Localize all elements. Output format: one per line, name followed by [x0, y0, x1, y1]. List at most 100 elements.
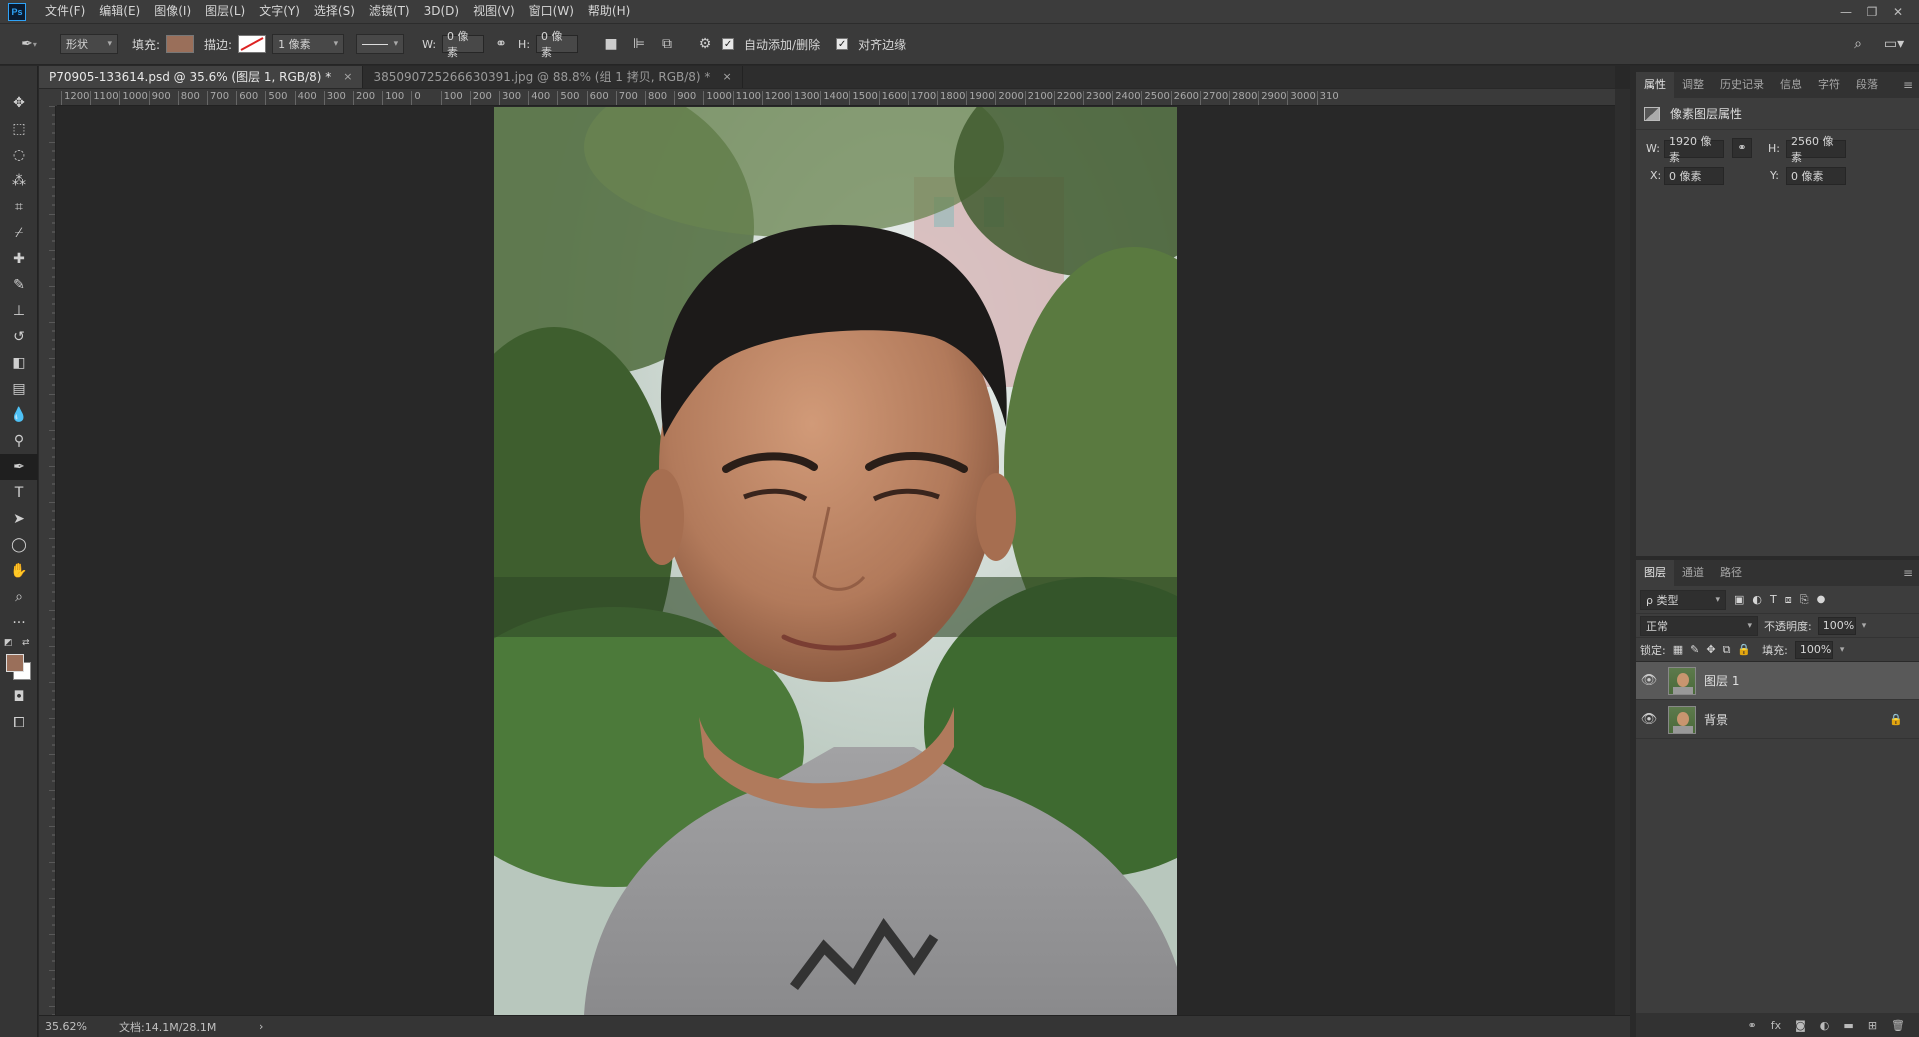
blend-mode-select[interactable]: 正常 ▾	[1640, 615, 1758, 636]
lock-position-icon[interactable]: ✥	[1706, 643, 1715, 656]
layer-name[interactable]: 背景	[1704, 711, 1728, 728]
quick-mask-icon[interactable]: ◘	[0, 684, 38, 710]
zoom-tool-icon[interactable]: ⌕	[0, 584, 38, 610]
tab-channels[interactable]: 通道	[1674, 560, 1712, 586]
trash-icon[interactable]: 🗑	[1891, 1019, 1905, 1032]
filter-toggle-icon[interactable]: ●	[1817, 594, 1826, 605]
tab-adjustments[interactable]: 调整	[1674, 72, 1712, 98]
minimize-button[interactable]: —	[1833, 5, 1859, 19]
path-arrangement-icon[interactable]: ⧉	[656, 33, 678, 55]
menu-edit[interactable]: 编辑(E)	[92, 0, 147, 23]
panel-menu-icon[interactable]: ≡	[1903, 566, 1913, 580]
close-icon[interactable]: ×	[722, 66, 731, 88]
tool-mode-select[interactable]: 形状 ▾	[60, 34, 118, 54]
hand-tool-icon[interactable]: ✋	[0, 558, 38, 584]
menu-window[interactable]: 窗口(W)	[522, 0, 581, 23]
lock-artboard-icon[interactable]: ⧉	[1723, 643, 1731, 657]
stroke-width-select[interactable]: 1 像素 ▾	[272, 34, 345, 54]
menu-select[interactable]: 选择(S)	[307, 0, 362, 23]
vertical-scrollbar[interactable]	[1615, 89, 1630, 1015]
blur-tool-icon[interactable]: 💧	[0, 402, 38, 428]
layer-row-background[interactable]: 👁 背景 🔒	[1636, 701, 1919, 739]
magic-wand-tool-icon[interactable]: ⁂	[0, 168, 38, 194]
chevron-down-icon[interactable]: ▾	[1862, 621, 1867, 631]
filter-smart-object-icon[interactable]: ⎘	[1800, 593, 1809, 607]
zoom-level[interactable]: 35.62%	[39, 1020, 119, 1033]
width-input[interactable]: 1920 像素	[1664, 135, 1724, 164]
stroke-color-swatch[interactable]	[238, 35, 267, 53]
dodge-tool-icon[interactable]: ⚲	[0, 428, 38, 454]
fill-input[interactable]: 100%	[1794, 640, 1833, 659]
height-input[interactable]: 2560 像素	[1786, 135, 1846, 164]
lasso-tool-icon[interactable]: ◌	[0, 142, 38, 168]
adjustment-layer-icon[interactable]: ◐	[1820, 1019, 1830, 1032]
w-input[interactable]: 0 像素	[442, 30, 485, 59]
filter-pixel-icon[interactable]: ▣	[1734, 593, 1744, 606]
eraser-tool-icon[interactable]: ◧	[0, 350, 38, 376]
link-dimensions-icon[interactable]: ⚭	[1732, 138, 1752, 158]
tab-document-1[interactable]: P70905-133614.psd @ 35.6% (图层 1, RGB/8) …	[39, 66, 364, 88]
path-alignment-icon[interactable]: ⊫	[628, 33, 650, 55]
screen-mode-icon[interactable]: ⧠	[0, 710, 38, 736]
filter-type-icon[interactable]: T	[1770, 593, 1777, 606]
path-operations-icon[interactable]: ■	[600, 33, 622, 55]
menu-filter[interactable]: 滤镜(T)	[362, 0, 417, 23]
fill-color-swatch[interactable]	[166, 35, 195, 53]
x-input[interactable]: 0 像素	[1664, 167, 1724, 185]
h-input[interactable]: 0 像素	[536, 30, 579, 59]
menu-image[interactable]: 图像(I)	[147, 0, 198, 23]
healing-brush-tool-icon[interactable]: ✚	[0, 246, 38, 272]
stroke-type-select[interactable]: ▾	[356, 34, 405, 54]
opacity-input[interactable]: 100%	[1817, 616, 1856, 635]
fx-icon[interactable]: fx	[1771, 1019, 1781, 1032]
tab-info[interactable]: 信息	[1772, 72, 1810, 98]
pen-tool-preset-icon[interactable]: ✒ ▾	[18, 33, 40, 55]
lock-transparent-icon[interactable]: ▦	[1673, 643, 1683, 656]
new-group-icon[interactable]: ▬	[1843, 1019, 1853, 1032]
stamp-tool-icon[interactable]: ⊥	[0, 298, 38, 324]
search-icon[interactable]: ⌕	[1847, 33, 1869, 55]
menu-file[interactable]: 文件(F)	[38, 0, 92, 23]
link-layers-icon[interactable]: ⚭	[1748, 1019, 1757, 1032]
history-brush-tool-icon[interactable]: ↺	[0, 324, 38, 350]
pen-tool-icon[interactable]: ✒	[0, 454, 38, 480]
crop-tool-icon[interactable]: ⌗	[0, 194, 38, 220]
tab-paths[interactable]: 路径	[1712, 560, 1750, 586]
new-layer-icon[interactable]: ⊞	[1868, 1019, 1877, 1032]
layer-filter-select[interactable]: ρ 类型 ▾	[1640, 589, 1726, 610]
align-edges-checkbox[interactable]: ✓	[836, 38, 849, 50]
auto-add-delete-checkbox[interactable]: ✓	[722, 38, 735, 50]
type-tool-icon[interactable]: T	[0, 480, 38, 506]
marquee-tool-icon[interactable]: ⬚	[0, 116, 38, 142]
menu-help[interactable]: 帮助(H)	[581, 0, 637, 23]
eye-icon[interactable]: 👁	[1636, 673, 1662, 688]
gradient-tool-icon[interactable]: ▤	[0, 376, 38, 402]
filter-adjustment-icon[interactable]: ◐	[1752, 593, 1762, 606]
tab-character[interactable]: 字符	[1810, 72, 1848, 98]
tab-history[interactable]: 历史记录	[1712, 72, 1772, 98]
eyedropper-tool-icon[interactable]: ⌿	[0, 220, 38, 246]
menu-type[interactable]: 文字(Y)	[252, 0, 307, 23]
lock-pixels-icon[interactable]: ✎	[1690, 643, 1699, 656]
status-menu-arrow[interactable]: ›	[259, 1020, 263, 1033]
menu-view[interactable]: 视图(V)	[466, 0, 522, 23]
filter-shape-icon[interactable]: ⧈	[1785, 593, 1792, 607]
menu-layer[interactable]: 图层(L)	[198, 0, 252, 23]
default-colors-icon[interactable]: ◩	[4, 638, 13, 648]
layer-row-layer1[interactable]: 👁 图层 1	[1636, 662, 1919, 700]
tab-document-2[interactable]: 385090725266630391.jpg @ 88.8% (组 1 拷贝, …	[363, 66, 743, 88]
y-input[interactable]: 0 像素	[1786, 167, 1846, 185]
workspace-icon[interactable]: ▭▾	[1883, 33, 1905, 55]
brush-tool-icon[interactable]: ✎	[0, 272, 38, 298]
move-tool-icon[interactable]: ✥	[0, 90, 38, 116]
link-icon[interactable]: ⚭	[490, 33, 512, 55]
swap-colors-icon[interactable]: ⇄	[22, 638, 30, 648]
tab-paragraph[interactable]: 段落	[1848, 72, 1886, 98]
eye-icon[interactable]: 👁	[1636, 712, 1662, 727]
tab-properties[interactable]: 属性	[1636, 72, 1674, 98]
layer-name[interactable]: 图层 1	[1704, 672, 1739, 689]
path-selection-tool-icon[interactable]: ➤	[0, 506, 38, 532]
gear-icon[interactable]: ⚙	[694, 33, 716, 55]
restore-button[interactable]: ❐	[1859, 5, 1885, 19]
lock-all-icon[interactable]: 🔒	[1737, 643, 1751, 656]
